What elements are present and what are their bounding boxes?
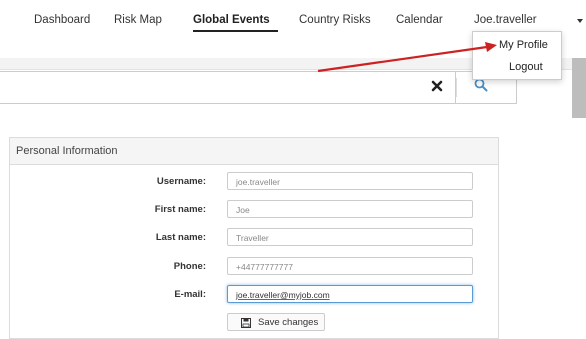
floppy-disk-icon	[241, 318, 251, 328]
side-scroll-strip	[572, 58, 586, 118]
user-dropdown-menu: My Profile Logout	[472, 31, 562, 80]
first-name-label: First name:	[154, 204, 206, 215]
save-changes-label: Save changes	[258, 317, 319, 328]
save-changes-button[interactable]: Save changes	[227, 313, 325, 331]
username-label: Username:	[156, 176, 206, 187]
nav-item-country-risks[interactable]: Country Risks	[299, 13, 371, 27]
nav-item-dashboard[interactable]: Dashboard	[34, 13, 90, 27]
active-tab-indicator	[193, 30, 278, 32]
search-bar	[0, 71, 517, 104]
email-field[interactable]: joe.traveller@myjob.com	[227, 285, 473, 303]
email-value: joe.traveller@myjob.com	[236, 290, 330, 300]
search-input[interactable]	[0, 71, 455, 104]
email-label: E-mail:	[174, 289, 206, 300]
menu-item-logout[interactable]: Logout	[509, 60, 543, 74]
username-field[interactable]: joe.traveller	[227, 172, 473, 190]
nav-item-calendar[interactable]: Calendar	[396, 13, 443, 27]
phone-label: Phone:	[173, 261, 206, 272]
caret-down-icon[interactable]	[577, 19, 583, 23]
phone-field[interactable]: +44777777777	[227, 257, 473, 275]
nav-item-global-events[interactable]: Global Events	[193, 13, 270, 27]
panel-title: Personal Information	[16, 145, 118, 157]
close-icon[interactable]	[431, 80, 443, 92]
divider	[456, 78, 457, 97]
panel-header: Personal Information	[10, 138, 498, 165]
user-menu-toggle[interactable]: Joe.traveller	[474, 13, 537, 27]
last-name-field[interactable]: Traveller	[227, 228, 473, 246]
search-icon	[474, 78, 488, 92]
nav-item-risk-map[interactable]: Risk Map	[114, 13, 162, 27]
last-name-label: Last name:	[155, 232, 206, 243]
menu-item-my-profile[interactable]: My Profile	[499, 38, 548, 52]
first-name-field[interactable]: Joe	[227, 200, 473, 218]
